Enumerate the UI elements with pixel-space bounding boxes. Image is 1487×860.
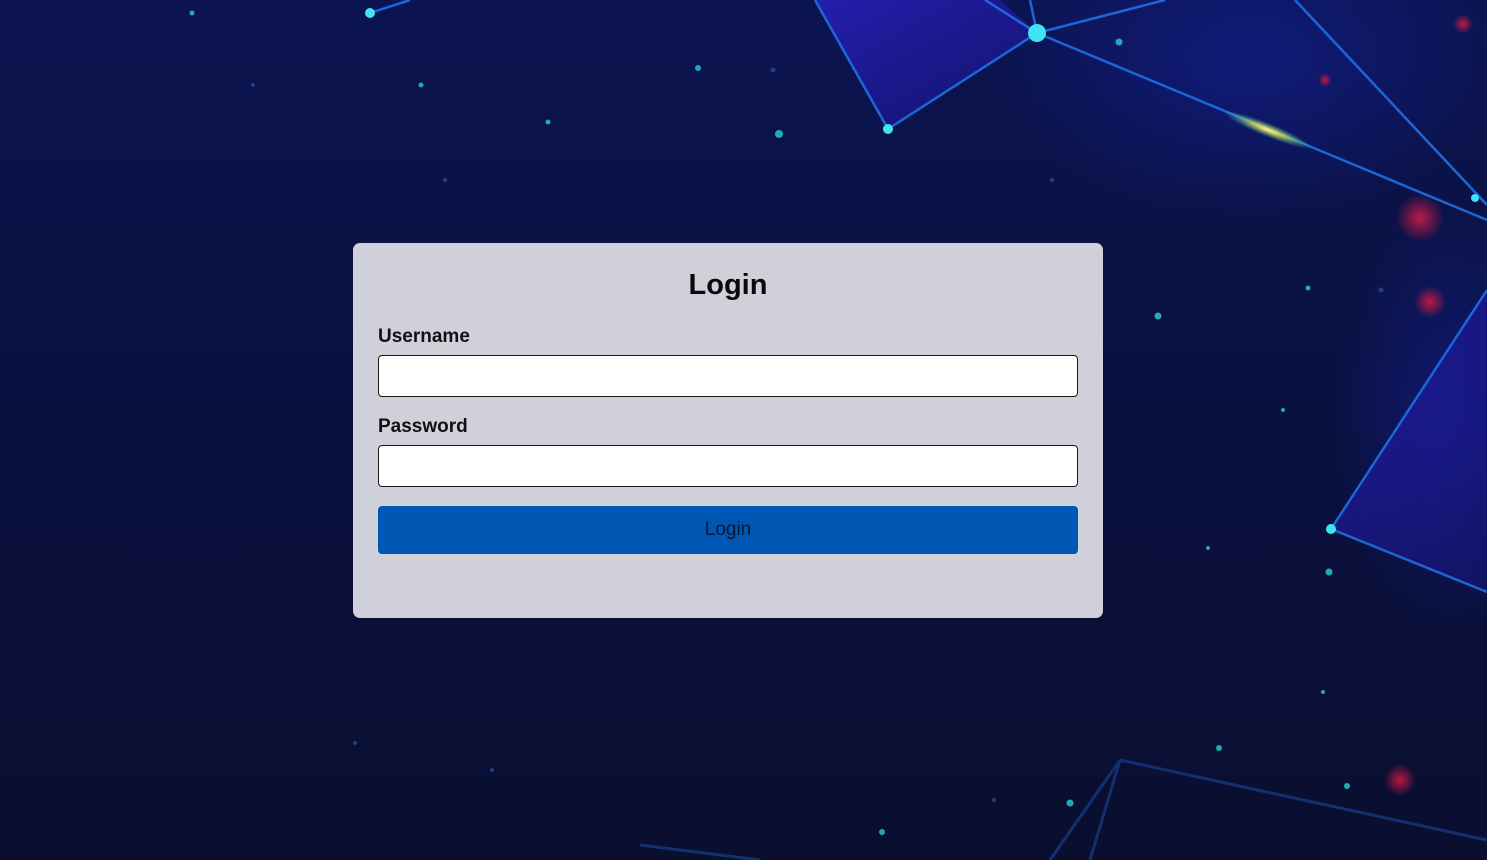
username-label: Username: [378, 326, 470, 347]
password-label: Password: [378, 416, 468, 437]
username-input[interactable]: [378, 355, 1078, 397]
login-card: Login Username Password Login: [353, 243, 1103, 618]
login-title: Login: [688, 269, 768, 301]
login-button[interactable]: Login: [378, 506, 1078, 554]
password-input[interactable]: [378, 445, 1078, 487]
